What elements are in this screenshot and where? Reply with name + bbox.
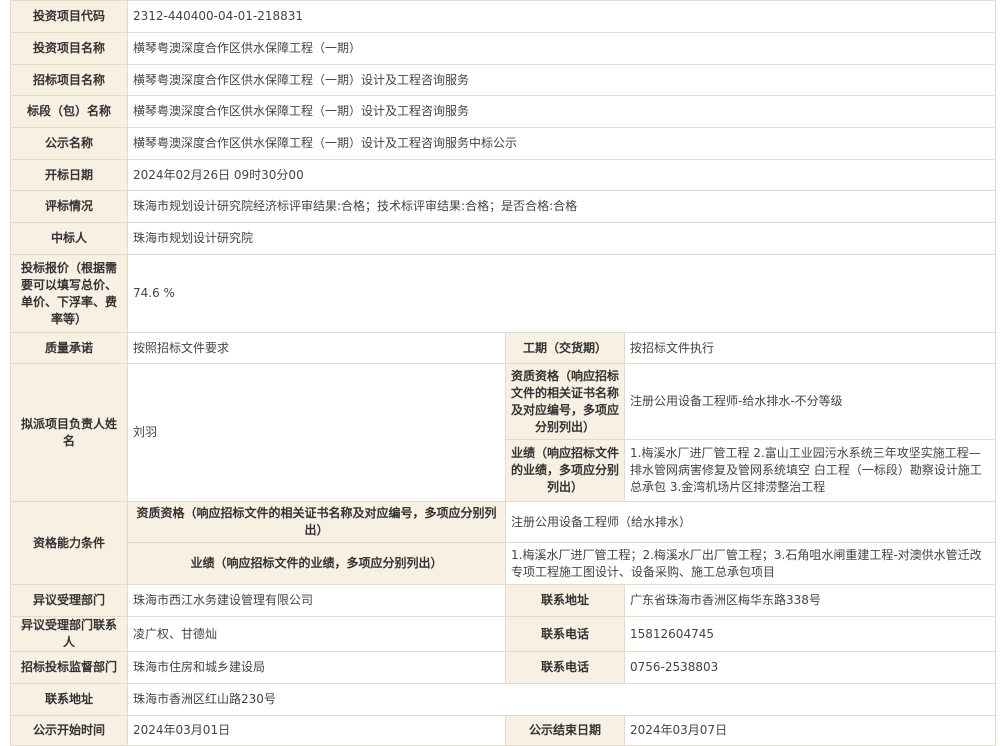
row-open-date: 开标日期 2024年02月26日 09时30分00 [10, 159, 996, 191]
row-address: 联系地址 珠海市香洲区红山路230号 [10, 683, 996, 716]
row-project-name: 投资项目名称 横琴粤澳深度合作区供水保障工程（一期） [10, 32, 996, 65]
row-manager-qualification: 拟派项目负责人姓名 刘羽 资质资格（响应招标文件的相关证书名称及对应编号，多项应… [10, 363, 996, 502]
publicity-end-label: 公示结束日期 [505, 715, 625, 746]
row-capability-qualification: 资格能力条件 资质资格（响应招标文件的相关证书名称及对应编号，多项应分别列出） … [10, 501, 996, 585]
evaluation-value: 珠海市规划设计研究院经济标评审结果:合格；技术标评审结果:合格；是否合格:合格 [127, 190, 996, 223]
quality-label: 质量承诺 [10, 332, 128, 364]
row-bid-price: 投标报价（根据需要可以填写总价、单价、下浮率、费率等） 74.6 % [10, 254, 996, 333]
project-code-value: 2312-440400-04-01-218831 [127, 0, 996, 33]
winner-label: 中标人 [10, 222, 128, 255]
manager-performance-label: 业绩（响应招标文件的业绩，多项应分别列出） [505, 439, 625, 502]
objection-phone-label: 联系电话 [505, 616, 625, 652]
manager-qualification-value: 注册公用设备工程师-给水排水-不分等级 [624, 363, 996, 440]
project-name-label: 投资项目名称 [10, 32, 128, 65]
open-date-label: 开标日期 [10, 159, 128, 191]
tender-name-label: 招标项目名称 [10, 64, 128, 96]
row-evaluation: 评标情况 珠海市规划设计研究院经济标评审结果:合格；技术标评审结果:合格；是否合… [10, 190, 996, 223]
row-objection-contact: 异议受理部门联系人 凌广权、甘德灿 联系电话 15812604745 [10, 616, 996, 652]
notice-name-label: 公示名称 [10, 127, 128, 160]
address-label: 联系地址 [10, 683, 128, 716]
manager-performance-value: 1.梅溪水厂进厂管工程 2.富山工业园污水系统三年攻坚实施工程—排水管网病害修复… [624, 439, 996, 502]
capability-performance-value: 1.梅溪水厂进厂管工程；2.梅溪水厂出厂管工程；3.石角咀水闸重建工程-对澳供水… [505, 542, 996, 585]
manager-value: 刘羽 [127, 363, 506, 502]
objection-dept-value: 珠海市西江水务建设管理有限公司 [127, 584, 506, 617]
bid-price-value: 74.6 % [127, 254, 996, 333]
objection-phone-value: 15812604745 [624, 616, 996, 652]
row-supervisor: 招标投标监督部门 珠海市住房和城乡建设局 联系电话 0756-2538803 [10, 651, 996, 684]
row-tender-name: 招标项目名称 横琴粤澳深度合作区供水保障工程（一期）设计及工程咨询服务 [10, 64, 996, 96]
row-project-code: 投资项目代码 2312-440400-04-01-218831 [10, 0, 996, 33]
supervisor-phone-value: 0756-2538803 [624, 651, 996, 684]
row-objection-dept: 异议受理部门 珠海市西江水务建设管理有限公司 联系地址 广东省珠海市香洲区梅华东… [10, 584, 996, 617]
project-code-label: 投资项目代码 [10, 0, 128, 33]
publicity-start-value: 2024年03月01日 [127, 715, 506, 746]
supervisor-value: 珠海市住房和城乡建设局 [127, 651, 506, 684]
objection-address-value: 广东省珠海市香洲区梅华东路338号 [624, 584, 996, 617]
capability-label: 资格能力条件 [10, 501, 128, 585]
address-value: 珠海市香洲区红山路230号 [127, 683, 996, 716]
capability-qualification-label: 资质资格（响应招标文件的相关证书名称及对应编号，多项应分别列出） [127, 501, 506, 543]
row-capability-performance: 业绩（响应招标文件的业绩，多项应分别列出） 1.梅溪水厂进厂管工程；2.梅溪水厂… [11, 542, 996, 585]
quality-value: 按照招标文件要求 [127, 332, 506, 364]
bid-price-label: 投标报价（根据需要可以填写总价、单价、下浮率、费率等） [10, 254, 128, 333]
manager-qualification-label: 资质资格（响应招标文件的相关证书名称及对应编号，多项应分别列出） [505, 363, 625, 440]
duration-value: 按招标文件执行 [624, 332, 996, 364]
project-name-value: 横琴粤澳深度合作区供水保障工程（一期） [127, 32, 996, 65]
tender-name-value: 横琴粤澳深度合作区供水保障工程（一期）设计及工程咨询服务 [127, 64, 996, 96]
row-notice-name: 公示名称 横琴粤澳深度合作区供水保障工程（一期）设计及工程咨询服务中标公示 [10, 127, 996, 160]
capability-performance-label: 业绩（响应招标文件的业绩，多项应分别列出） [127, 542, 506, 585]
publicity-start-label: 公示开始时间 [10, 715, 128, 746]
evaluation-label: 评标情况 [10, 190, 128, 223]
objection-address-label: 联系地址 [505, 584, 625, 617]
publicity-end-value: 2024年03月07日 [624, 715, 996, 746]
objection-contact-label: 异议受理部门联系人 [10, 616, 128, 652]
row-quality: 质量承诺 按照招标文件要求 工期（交货期） 按招标文件执行 [10, 332, 996, 364]
capability-qualification-value: 注册公用设备工程师（给水排水） [505, 501, 996, 543]
winner-value: 珠海市规划设计研究院 [127, 222, 996, 255]
objection-contact-value: 凌广权、甘德灿 [127, 616, 506, 652]
manager-label: 拟派项目负责人姓名 [10, 363, 128, 502]
row-section-name: 标段（包）名称 横琴粤澳深度合作区供水保障工程（一期）设计及工程咨询服务 [10, 95, 996, 128]
row-winner: 中标人 珠海市规划设计研究院 [10, 222, 996, 255]
bid-info-table: 投资项目代码 2312-440400-04-01-218831 投资项目名称 横… [10, 0, 996, 746]
notice-name-value: 横琴粤澳深度合作区供水保障工程（一期）设计及工程咨询服务中标公示 [127, 127, 996, 160]
supervisor-label: 招标投标监督部门 [10, 651, 128, 684]
section-name-value: 横琴粤澳深度合作区供水保障工程（一期）设计及工程咨询服务 [127, 95, 996, 128]
duration-label: 工期（交货期） [505, 332, 625, 364]
supervisor-phone-label: 联系电话 [505, 651, 625, 684]
section-name-label: 标段（包）名称 [10, 95, 128, 128]
open-date-value: 2024年02月26日 09时30分00 [127, 159, 996, 191]
objection-dept-label: 异议受理部门 [10, 584, 128, 617]
row-publicity: 公示开始时间 2024年03月01日 公示结束日期 2024年03月07日 [10, 715, 996, 746]
